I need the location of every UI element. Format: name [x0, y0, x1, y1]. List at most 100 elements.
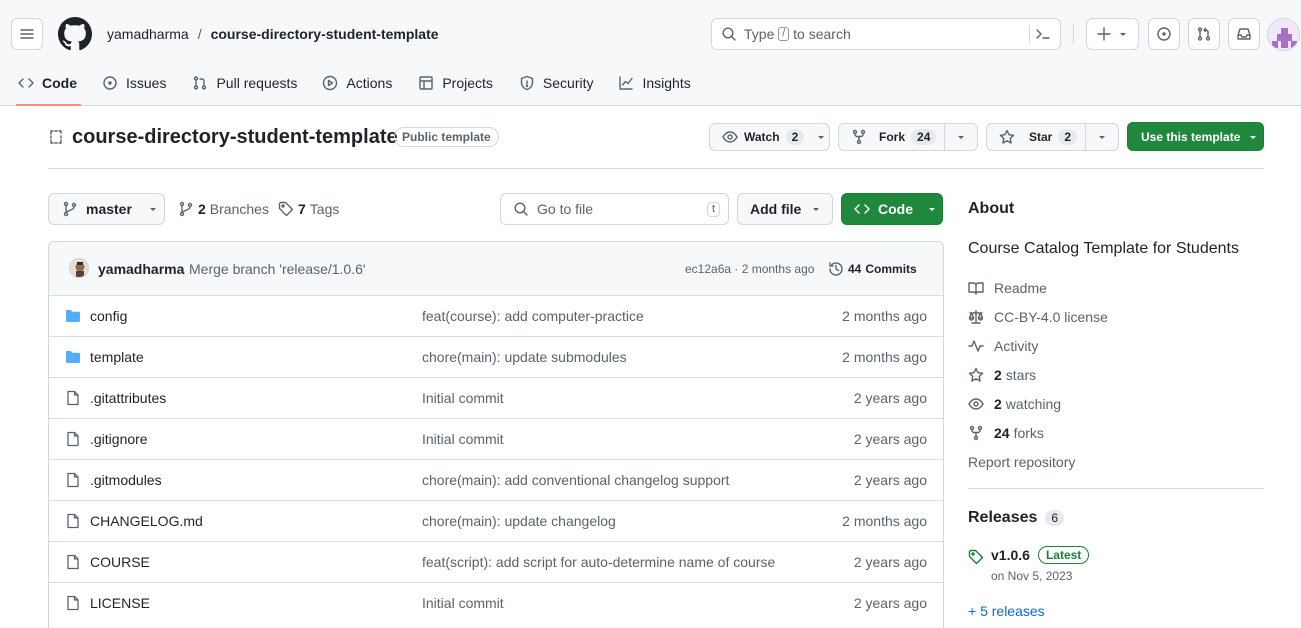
file-row[interactable]: config feat(course): add computer-practic…	[49, 295, 943, 336]
file-row[interactable]: LICENSE Initial commit 2 years ago	[49, 582, 943, 623]
issues-button[interactable]	[1148, 18, 1180, 50]
file-age: 2 years ago	[853, 554, 927, 570]
breadcrumb-repo[interactable]: course-directory-student-template	[211, 26, 439, 42]
eye-icon	[722, 131, 738, 143]
commit-author[interactable]: yamadharma	[98, 261, 184, 277]
pull-requests-button[interactable]	[1188, 18, 1220, 50]
file-commit-message[interactable]: Initial commit	[422, 431, 504, 447]
file-row[interactable]: .gitattributes Initial commit 2 years ago	[49, 377, 943, 418]
watch-count: 2	[785, 129, 805, 145]
file-name[interactable]: CHANGELOG.md	[90, 513, 203, 529]
file-name[interactable]: LICENSE	[90, 595, 150, 611]
git-pull-request-icon	[1197, 27, 1211, 41]
activity-link[interactable]: Activity	[968, 338, 1038, 354]
inbox-button[interactable]	[1228, 18, 1260, 50]
file-icon	[67, 554, 79, 570]
file-row[interactable]: .gitignore Initial commit 2 years ago	[49, 418, 943, 459]
branches-link[interactable]: 2 Branches	[178, 201, 269, 217]
file-row[interactable]: CHANGELOG.md chore(main): update changelo…	[49, 500, 943, 541]
add-file-button[interactable]: Add file	[737, 193, 833, 225]
history-icon	[829, 261, 843, 276]
file-name[interactable]: .gitignore	[90, 431, 148, 447]
tab-actions[interactable]: Actions	[322, 70, 392, 96]
command-palette-icon[interactable]	[1035, 26, 1051, 42]
avatar[interactable]	[1267, 18, 1300, 51]
file-commit-message[interactable]: chore(main): update changelog	[422, 513, 616, 529]
repo-template-icon	[50, 130, 62, 144]
report-repository-link[interactable]: Report repository	[968, 454, 1075, 470]
global-search[interactable]: Type / to search	[711, 18, 1061, 50]
tag-icon	[968, 549, 984, 565]
watch-button[interactable]: Watch 2	[709, 123, 830, 151]
play-icon	[323, 75, 338, 91]
file-icon	[67, 472, 79, 488]
star-button[interactable]: Star 2	[986, 123, 1086, 151]
file-icon-wrap	[65, 513, 81, 529]
more-releases-link[interactable]: + 5 releases	[968, 603, 1045, 619]
commit-author-avatar[interactable]	[69, 258, 89, 278]
file-commit-message[interactable]: feat(course): add computer-practice	[422, 308, 644, 324]
file-age: 2 years ago	[853, 390, 927, 406]
create-new-button[interactable]	[1086, 18, 1139, 50]
file-age: 2 years ago	[853, 595, 927, 611]
star-dropdown[interactable]	[1085, 123, 1119, 151]
search-icon	[722, 27, 736, 41]
license-link[interactable]: CC-BY-4.0 license	[968, 309, 1108, 325]
file-row[interactable]: .gitmodules chore(main): add conventional…	[49, 459, 943, 500]
file-commit-message[interactable]: feat(script): add script for auto-determ…	[422, 554, 775, 570]
file-name[interactable]: .gitattributes	[90, 390, 166, 406]
pulse-icon	[968, 340, 984, 352]
fork-dropdown[interactable]	[944, 123, 978, 151]
branch-selector[interactable]: master	[48, 193, 165, 225]
caret-down-icon	[818, 136, 825, 139]
table-icon	[419, 76, 434, 90]
file-name[interactable]: .gitmodules	[90, 472, 162, 488]
file-row[interactable]: COURSE feat(script): add script for auto-…	[49, 541, 943, 582]
latest-release-link[interactable]: v1.0.6 Latest	[991, 546, 1090, 564]
tab-issues[interactable]: Issues	[102, 70, 166, 96]
plus-icon	[1097, 27, 1111, 41]
latest-release-date: on Nov 5, 2023	[991, 569, 1073, 583]
caret-down-icon	[1099, 136, 1105, 139]
menu-button[interactable]	[11, 18, 43, 50]
tab-code[interactable]: Code	[16, 70, 81, 106]
releases-heading[interactable]: Releases 6	[968, 509, 1065, 527]
use-template-button[interactable]: Use this template	[1127, 122, 1264, 151]
caret-down-icon	[1120, 33, 1126, 36]
eye-icon	[968, 398, 984, 410]
file-row[interactable]: template chore(main): update submodules 2 …	[49, 336, 943, 377]
file-age: 2 months ago	[842, 349, 927, 365]
commits-link[interactable]: 44 Commits	[828, 261, 917, 277]
tab-security[interactable]: Security	[519, 70, 593, 96]
file-name[interactable]: COURSE	[90, 554, 150, 570]
file-age: 2 months ago	[842, 308, 927, 324]
file-commit-message[interactable]: chore(main): update submodules	[422, 349, 627, 365]
caret-down-icon	[1250, 135, 1257, 139]
commit-hash-time[interactable]: ec12a6a · 2 months ago	[685, 262, 814, 276]
code-button[interactable]: Code	[841, 193, 943, 225]
shield-icon	[520, 75, 534, 91]
breadcrumb-owner[interactable]: yamadharma	[107, 26, 189, 42]
file-commit-message[interactable]: Initial commit	[422, 595, 504, 611]
repo-title[interactable]: course-directory-student-template	[72, 126, 398, 149]
caret-down-icon	[149, 208, 156, 211]
tab-pull-requests[interactable]: Pull requests	[192, 70, 297, 96]
go-to-file-input[interactable]: Go to file t	[500, 193, 729, 225]
stars-link[interactable]: 2 stars	[968, 367, 1036, 383]
fork-button[interactable]: Fork 24	[838, 123, 945, 151]
file-commit-message[interactable]: Initial commit	[422, 390, 504, 406]
file-icon-wrap	[65, 472, 81, 488]
tab-insights[interactable]: Insights	[618, 70, 691, 96]
readme-link[interactable]: Readme	[968, 280, 1047, 296]
file-name[interactable]: config	[90, 308, 127, 324]
breadcrumb-separator: /	[197, 26, 202, 42]
tags-link[interactable]: 7 Tags	[278, 201, 339, 217]
watching-link[interactable]: 2 watching	[968, 396, 1061, 412]
commit-message[interactable]: Merge branch 'release/1.0.6'	[189, 261, 366, 277]
github-logo[interactable]	[58, 17, 92, 51]
file-name[interactable]: template	[90, 349, 144, 365]
forks-link[interactable]: 24 forks	[968, 425, 1044, 441]
releases-count: 6	[1045, 510, 1065, 526]
file-commit-message[interactable]: chore(main): add conventional changelog …	[422, 472, 729, 488]
tab-projects[interactable]: Projects	[418, 70, 493, 96]
